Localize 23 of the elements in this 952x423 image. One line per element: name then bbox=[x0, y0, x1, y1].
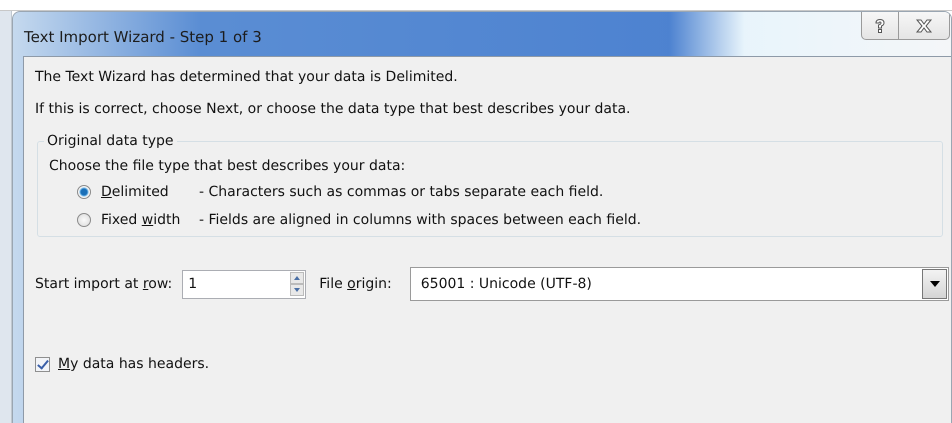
radio-label[interactable]: Delimited bbox=[101, 182, 199, 202]
help-button[interactable] bbox=[861, 12, 899, 40]
file-origin-dropdown[interactable]: 65001 : Unicode (UTF-8) bbox=[410, 267, 949, 301]
group-legend: Original data type bbox=[44, 131, 176, 151]
radio-button[interactable] bbox=[77, 185, 91, 199]
radio-label[interactable]: Fixed width bbox=[101, 210, 199, 230]
dropdown-arrow-icon[interactable] bbox=[928, 280, 940, 288]
field-label: Start import at row: bbox=[35, 276, 172, 292]
checkbox-label[interactable]: My data has headers. bbox=[58, 356, 210, 372]
option-description: - Fields are aligned in columns with spaces between each field. bbox=[199, 211, 642, 230]
row-spinner[interactable]: 1 bbox=[182, 270, 306, 298]
close-button[interactable] bbox=[899, 12, 950, 40]
intro-text: The Text Wizard has determined that your data is Delimited. bbox=[35, 68, 459, 87]
checkbox[interactable] bbox=[35, 356, 50, 372]
radio-button[interactable] bbox=[77, 213, 91, 227]
prompt-text: Choose the file type that best describes your data: bbox=[49, 157, 406, 176]
close-icon bbox=[915, 18, 933, 32]
spin-arrows-icon[interactable] bbox=[290, 272, 304, 296]
field-label: File origin: bbox=[319, 276, 392, 292]
help-icon bbox=[873, 18, 887, 34]
option-description: - Characters such as commas or tabs separate each field. bbox=[199, 183, 604, 202]
window-title: Text Import Wizard - Step 1 of 3 bbox=[24, 28, 262, 46]
intro-text: If this is correct, choose Next, or choose the data type that best describes your data. bbox=[35, 100, 632, 119]
